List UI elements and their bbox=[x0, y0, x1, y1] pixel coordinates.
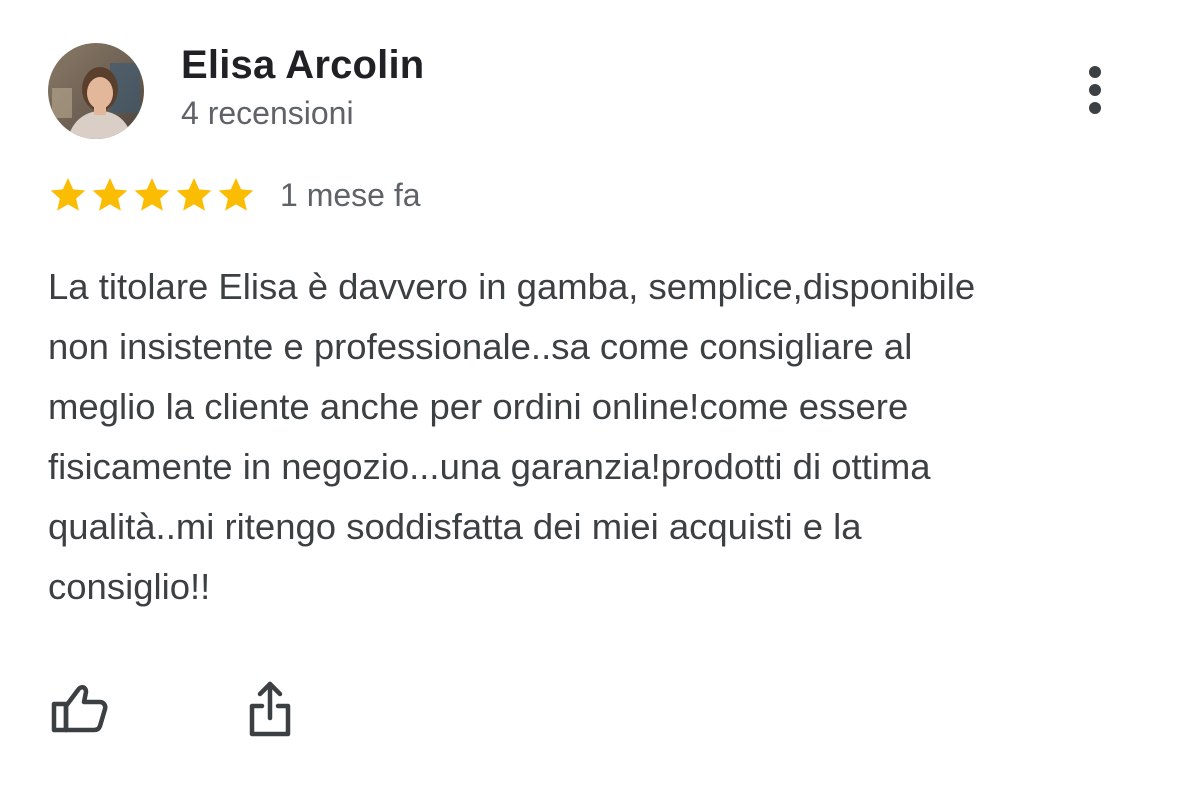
share-icon bbox=[249, 681, 291, 737]
star-icon bbox=[218, 178, 254, 211]
thumb-up-icon bbox=[51, 685, 108, 733]
author-avatar[interactable] bbox=[48, 43, 144, 139]
more-dot bbox=[1089, 102, 1101, 114]
review-text-line: qualità..mi ritengo soddisfatta dei miei… bbox=[48, 506, 862, 547]
review-text-line: meglio la cliente anche per ordini onlin… bbox=[48, 386, 909, 427]
author-name[interactable]: Elisa Arcolin bbox=[181, 43, 424, 88]
star-icon bbox=[50, 178, 86, 211]
star-icon bbox=[134, 178, 170, 211]
like-button[interactable] bbox=[48, 676, 112, 740]
avatar-photo bbox=[48, 43, 144, 139]
review-text-line: La titolare Elisa è davvero in gamba, se… bbox=[48, 266, 976, 307]
review-text-line: consiglio!! bbox=[48, 566, 211, 607]
review-text-line: non insistente e professionale..sa come … bbox=[48, 326, 913, 367]
review-card: Elisa Arcolin 4 recensioni 1 mese fa La … bbox=[0, 0, 1179, 806]
more-options-button[interactable] bbox=[1075, 60, 1115, 120]
rating-row: 1 mese fa bbox=[48, 173, 421, 217]
star-icon bbox=[176, 178, 212, 211]
review-text: La titolare Elisa è davvero in gamba, se… bbox=[48, 257, 1148, 617]
author-review-count[interactable]: 4 recensioni bbox=[181, 95, 354, 132]
star-rating bbox=[48, 175, 256, 215]
review-text-line: fisicamente in negozio...una garanzia!pr… bbox=[48, 446, 931, 487]
more-dot bbox=[1089, 66, 1101, 78]
more-dot bbox=[1089, 84, 1101, 96]
star-icon bbox=[92, 178, 128, 211]
share-button[interactable] bbox=[240, 676, 304, 740]
review-time-ago: 1 mese fa bbox=[280, 176, 421, 213]
